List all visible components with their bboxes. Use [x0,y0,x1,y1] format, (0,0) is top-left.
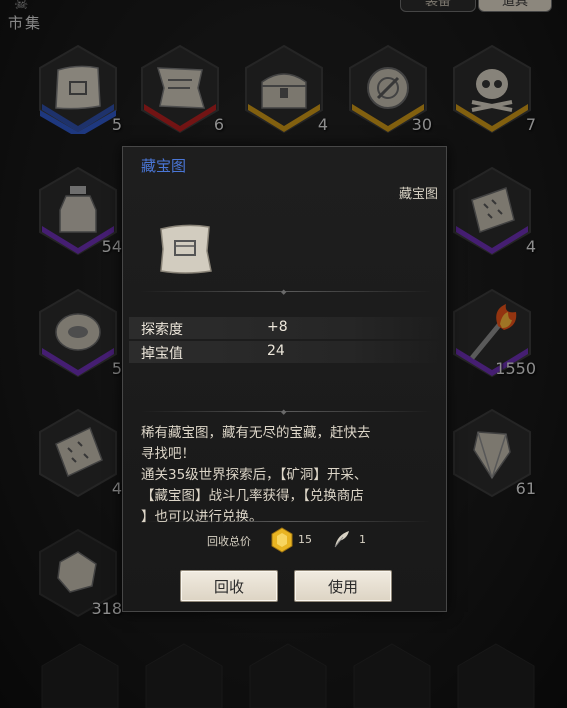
divider [141,521,431,522]
stat-key: 探索度 [141,322,183,338]
gold-gem-icon [271,527,293,553]
description-line: 通关35级世界探索后，【矿洞】开采、 [141,467,368,483]
description-line: 】也可以进行兑换。 [141,509,263,525]
gem-value: 15 [298,533,312,546]
inventory-screen: ☠ 市集 装备 道具 5 6 4 30 7 54 4 5 1550 4 61 3… [0,0,567,708]
recycle-button[interactable]: 回收 [180,570,278,602]
feather-value: 1 [359,533,366,546]
divider: ◆ [141,408,431,416]
use-button[interactable]: 使用 [294,570,392,602]
recycle-price-label: 回收总价 [207,535,251,548]
item-detail-dialog: 藏宝图 藏宝图 ◆ 探索度 +8 掉宝值 24 ◆ 稀有藏宝图，藏有无尽的宝藏，… [122,146,447,612]
feather-icon [334,531,349,548]
stat-row-exploration: 探索度 +8 [129,317,444,339]
stat-value: +8 [267,319,288,335]
stat-value: 24 [267,343,285,359]
item-description: 稀有藏宝图，藏有无尽的宝藏，赶快去 寻找吧！ 通关35级世界探索后，【矿洞】开采… [141,423,439,528]
stat-row-drop-value: 掉宝值 24 [129,341,444,363]
description-line: 稀有藏宝图，藏有无尽的宝藏，赶快去 [141,425,371,441]
divider: ◆ [141,288,431,296]
recycle-price-row: 回收总价 15 1 [123,527,448,553]
item-type: 藏宝图 [398,187,438,202]
stat-key: 掉宝值 [141,346,183,362]
treasure-map-icon [160,224,212,274]
description-line: 寻找吧！ [141,446,195,462]
item-title: 藏宝图 [141,157,187,175]
description-line: 【藏宝图】战斗几率获得，【兑换商店 [141,488,364,504]
